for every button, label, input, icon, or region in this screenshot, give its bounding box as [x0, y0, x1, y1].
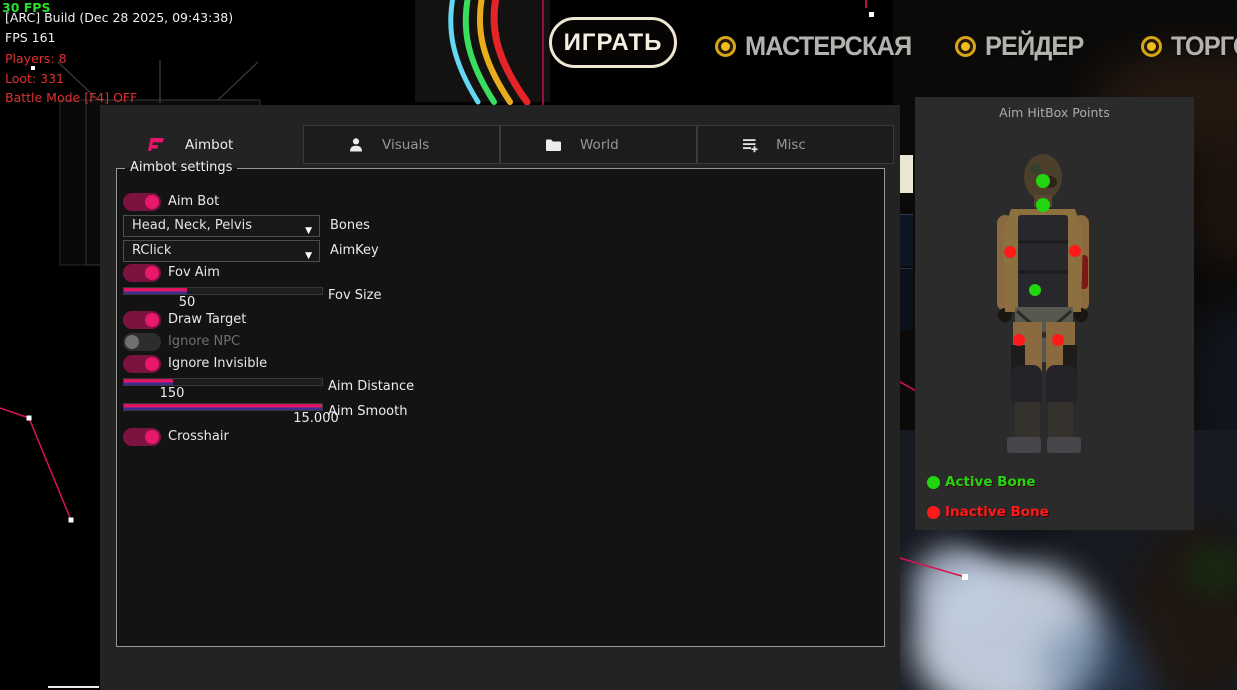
- active-bone-dot-icon: [927, 476, 940, 489]
- nav-item-label: РЕЙДЕР: [985, 31, 1083, 62]
- folder-icon: [545, 138, 562, 152]
- play-button-label: ИГРАТЬ: [564, 29, 663, 57]
- tab-aimbot[interactable]: Aimbot: [103, 125, 303, 164]
- aimkey-select[interactable]: RClick ▼: [123, 240, 320, 262]
- coin-icon: [955, 36, 976, 57]
- coin-icon: [1141, 36, 1162, 57]
- aim-smooth-slider[interactable]: [123, 403, 323, 411]
- pistol-icon: [148, 137, 165, 152]
- bones-label: Bones: [330, 218, 370, 233]
- fov-aim-label: Fov Aim: [168, 264, 220, 282]
- fps-info: FPS 161: [5, 30, 56, 45]
- fov-size-slider[interactable]: [123, 287, 323, 295]
- hitbox-point-left-hip: [1013, 334, 1025, 346]
- inactive-bone-dot-icon: [927, 506, 940, 519]
- aim-smooth-slider-fill: [124, 404, 322, 410]
- aim-bot-toggle[interactable]: [123, 193, 161, 211]
- draw-target-label: Draw Target: [168, 311, 246, 329]
- hitbox-point-right-arm: [1069, 245, 1081, 257]
- aim-distance-slider[interactable]: [123, 378, 323, 386]
- playlist-add-icon: [742, 137, 758, 153]
- fov-aim-toggle[interactable]: [123, 264, 161, 282]
- fov-size-slider-fill: [124, 288, 187, 294]
- esp-node: [69, 518, 74, 523]
- hitbox-point-neck: [1036, 198, 1050, 212]
- nav-item-raider[interactable]: РЕЙДЕР: [955, 31, 1090, 62]
- hitbox-point-right-hip: [1052, 334, 1064, 346]
- person-icon: [348, 137, 364, 153]
- tab-label: Misc: [776, 137, 806, 153]
- tab-label: Aimbot: [185, 137, 233, 153]
- battle-mode-status: Battle Mode [F4] OFF: [5, 90, 137, 105]
- play-button[interactable]: ИГРАТЬ: [549, 17, 677, 68]
- esp-node: [27, 416, 32, 421]
- caret-down-icon: ▼: [305, 246, 312, 266]
- rainbow-neon-sign: [405, 0, 555, 107]
- aim-distance-value: 150: [160, 386, 185, 401]
- caret-down-icon: ▼: [305, 221, 312, 241]
- esp-ground-line: [48, 686, 99, 688]
- hitbox-point-pelvis: [1029, 284, 1041, 296]
- group-title: Aimbot settings: [125, 160, 237, 175]
- tab-world[interactable]: World: [500, 125, 697, 164]
- nav-item-label: МАСТЕРСКАЯ: [745, 31, 911, 62]
- tab-misc[interactable]: Misc: [697, 125, 894, 164]
- tab-label: World: [580, 137, 619, 153]
- player-model-preview: [915, 97, 1194, 530]
- tab-label: Visuals: [382, 137, 429, 153]
- legend-label: Active Bone: [945, 474, 1036, 490]
- hitbox-point-left-arm: [1004, 246, 1016, 258]
- esp-tracer-line: [0, 408, 71, 520]
- aim-bot-label: Aim Bot: [168, 193, 219, 211]
- ignore-invisible-label: Ignore Invisible: [168, 355, 267, 373]
- legend-inactive-bone: Inactive Bone: [927, 504, 1049, 520]
- crosshair-label: Crosshair: [168, 428, 229, 446]
- ignore-invisible-toggle[interactable]: [123, 355, 161, 373]
- aimkey-select-value: RClick: [132, 243, 171, 258]
- esp-node: [869, 12, 874, 17]
- nav-item-trade[interactable]: ТОРГОВЛЯ: [1141, 31, 1237, 62]
- aimkey-label: AimKey: [330, 243, 379, 258]
- legend-active-bone: Active Bone: [927, 474, 1036, 490]
- coin-icon: [715, 36, 736, 57]
- aim-distance-label: Aim Distance: [328, 379, 414, 394]
- ignore-npc-toggle[interactable]: [123, 333, 161, 351]
- build-info: [ARC] Build (Dec 28 2025, 09:43:38): [5, 10, 233, 25]
- hitbox-point-head: [1036, 174, 1050, 188]
- crosshair-toggle[interactable]: [123, 428, 161, 446]
- legend-label: Inactive Bone: [945, 504, 1049, 520]
- aim-hitbox-panel: Aim HitBox Points: [915, 97, 1194, 530]
- tab-visuals[interactable]: Visuals: [303, 125, 500, 164]
- loot-count: Loot: 331: [5, 71, 64, 86]
- fov-size-value: 50: [179, 295, 196, 310]
- aim-smooth-label: Aim Smooth: [328, 404, 407, 419]
- bones-select-value: Head, Neck, Pelvis: [132, 218, 252, 233]
- bones-select[interactable]: Head, Neck, Pelvis ▼: [123, 215, 320, 237]
- fov-size-label: Fov Size: [328, 288, 381, 303]
- nav-item-workshop[interactable]: МАСТЕРСКАЯ: [715, 31, 922, 62]
- cheat-menu-panel: Aimbot Visuals World Misc Aimbot setting…: [100, 105, 900, 690]
- nav-item-label: ТОРГОВЛЯ: [1171, 31, 1237, 62]
- draw-target-toggle[interactable]: [123, 311, 161, 329]
- players-count: Players: 8: [5, 51, 67, 66]
- ignore-npc-label: Ignore NPC: [168, 333, 240, 351]
- aim-distance-slider-fill: [124, 379, 173, 385]
